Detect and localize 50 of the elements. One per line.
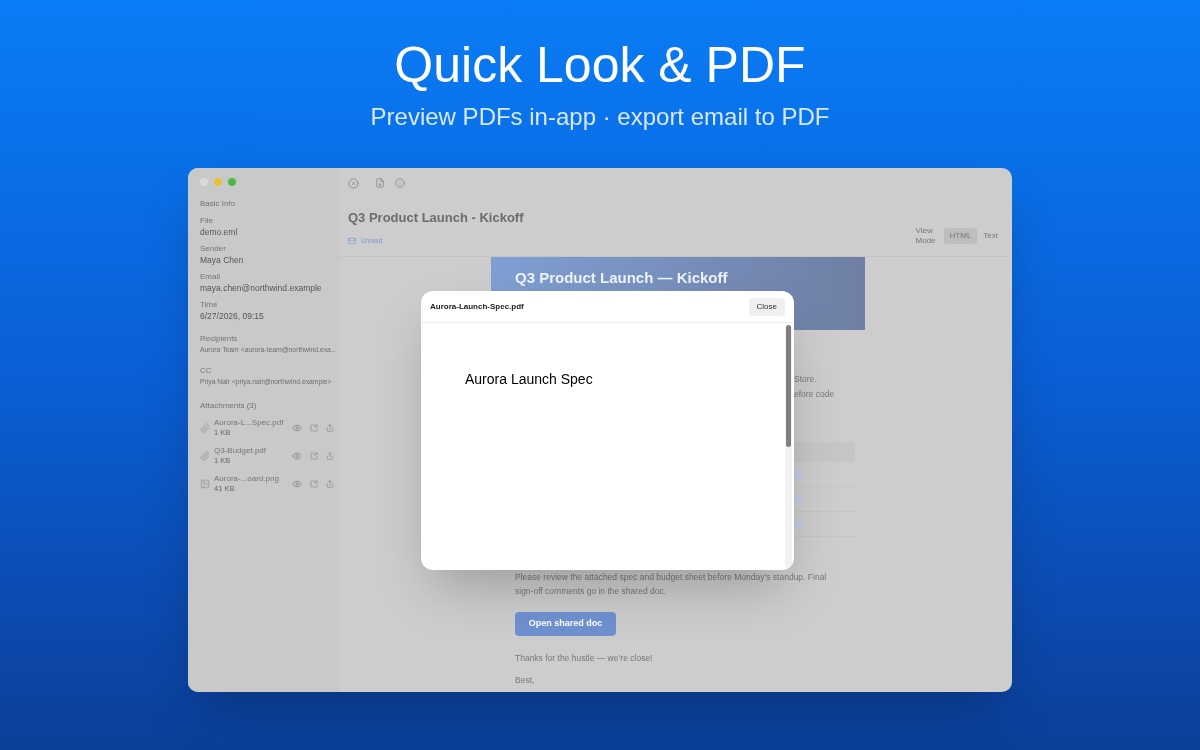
image-icon bbox=[200, 478, 210, 489]
preview-icon[interactable] bbox=[292, 450, 302, 461]
view-mode-tab[interactable]: Text bbox=[977, 227, 1004, 244]
share-icon[interactable] bbox=[326, 423, 334, 432]
dialog-title: Aurora-Launch-Spec.pdf bbox=[430, 300, 524, 313]
info-icon[interactable] bbox=[395, 178, 405, 188]
field-label: Email bbox=[200, 272, 221, 282]
banner-title: Q3 Product Launch — Kickoff bbox=[515, 269, 728, 286]
preview-icon[interactable] bbox=[292, 422, 302, 433]
preview-icon[interactable] bbox=[292, 478, 302, 489]
open-shared-doc-button[interactable]: Open shared doc bbox=[515, 612, 616, 636]
field-label: CC bbox=[200, 366, 213, 376]
close-button[interactable]: Close bbox=[748, 297, 785, 316]
body-text: Store. bbox=[794, 373, 818, 386]
export-pdf-icon[interactable] bbox=[375, 178, 385, 188]
attachment-name: Q3-Budget.pdf bbox=[214, 446, 268, 456]
field-label: Sender bbox=[200, 244, 227, 254]
paperclip-icon bbox=[200, 450, 210, 461]
closing-text: Thanks for the hustle — we’re close! bbox=[514, 652, 654, 665]
message-title: Q3 Product Launch - Kickoff bbox=[348, 209, 525, 227]
attachment-name: Aurora-L...Spec.pdf bbox=[214, 418, 285, 428]
field-label: Recipients bbox=[200, 334, 239, 344]
hero-title: Quick Look & PDF bbox=[394, 36, 806, 94]
close-icon[interactable] bbox=[348, 177, 359, 189]
open-external-icon[interactable] bbox=[310, 479, 318, 488]
section-title: Basic Info bbox=[200, 198, 237, 210]
paperclip-icon bbox=[200, 422, 210, 433]
zoom-window-icon[interactable] bbox=[228, 178, 236, 186]
attachment-name: Aurora-...oard.png bbox=[214, 474, 280, 484]
field-value: Maya Chen bbox=[200, 254, 245, 266]
signoff-text: Best, bbox=[514, 673, 536, 687]
share-icon[interactable] bbox=[326, 479, 334, 488]
view-mode-tab[interactable]: HTML bbox=[943, 227, 978, 244]
field-value: 6/27/2026, 09:15 bbox=[200, 310, 265, 322]
minimize-window-icon[interactable] bbox=[214, 178, 222, 186]
pdf-heading: Aurora Launch Spec bbox=[465, 371, 593, 387]
field-label: Time bbox=[200, 300, 219, 310]
body-text: efore code bbox=[794, 388, 836, 401]
open-external-icon[interactable] bbox=[310, 451, 318, 460]
field-value: demo.eml bbox=[200, 226, 239, 238]
view-mode-label: View Mode bbox=[915, 225, 937, 246]
scrollbar-thumb[interactable] bbox=[786, 325, 791, 447]
hero-subtitle: Preview PDFs in-app · export email to PDF bbox=[370, 102, 830, 132]
body-paragraph: Please review the attached spec and budget sheet before Monday’s standup. Final sign-off comments go in the shared doc. bbox=[514, 571, 828, 598]
open-external-icon[interactable] bbox=[310, 423, 318, 432]
share-icon[interactable] bbox=[326, 451, 334, 460]
field-label: File bbox=[200, 216, 214, 226]
section-title: Attachments (3) bbox=[200, 400, 258, 412]
field-value: maya.chen@northwind.example bbox=[200, 282, 323, 294]
mail-icon bbox=[348, 236, 356, 245]
